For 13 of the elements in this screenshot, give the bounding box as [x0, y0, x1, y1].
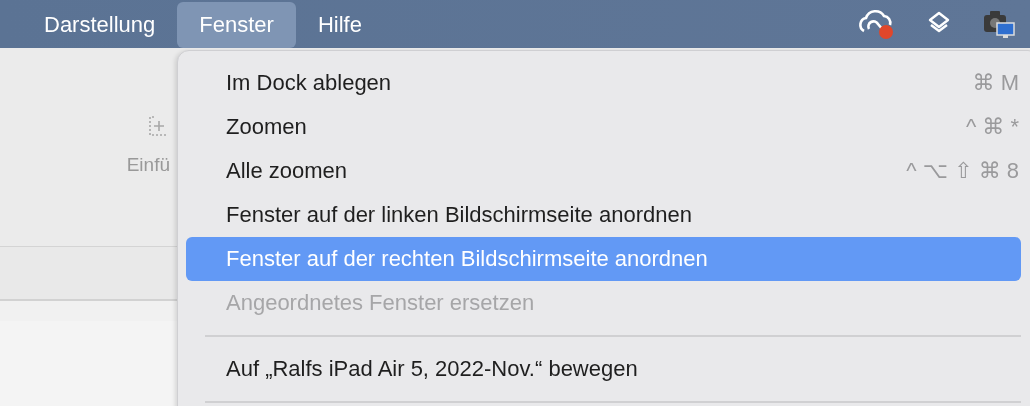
menu-item[interactable]: Fenster auf der linken Bildschirmseite anordnen	[186, 193, 1021, 237]
menu-item[interactable]: Auf „Ralfs iPad Air 5, 2022-Nov.“ bewegen	[186, 347, 1021, 391]
menu-item[interactable]: Alle zoomen ^ ⌥ ⇧ ⌘ 8	[186, 149, 1021, 193]
keyboard-shortcut: ⌘ M	[972, 70, 1020, 96]
menu-bar-item[interactable]: Hilfe	[295, 2, 384, 48]
keyboard-shortcut: ^ ⌘ *	[965, 114, 1020, 140]
menu-bar-item[interactable]: Darstellung	[22, 2, 178, 48]
menu-item[interactable]: Zoomen ^ ⌘ *	[186, 105, 1021, 149]
keyboard-shortcut: ^ ⌥ ⇧ ⌘ 8	[906, 158, 1020, 184]
toolbar-label: Einfü	[126, 154, 170, 176]
menu-item[interactable]: Im Dock ablegen ⌘ M	[186, 61, 1021, 105]
cloud-sync-icon[interactable]	[856, 7, 896, 41]
camera-monitor-icon[interactable]	[982, 8, 1016, 40]
